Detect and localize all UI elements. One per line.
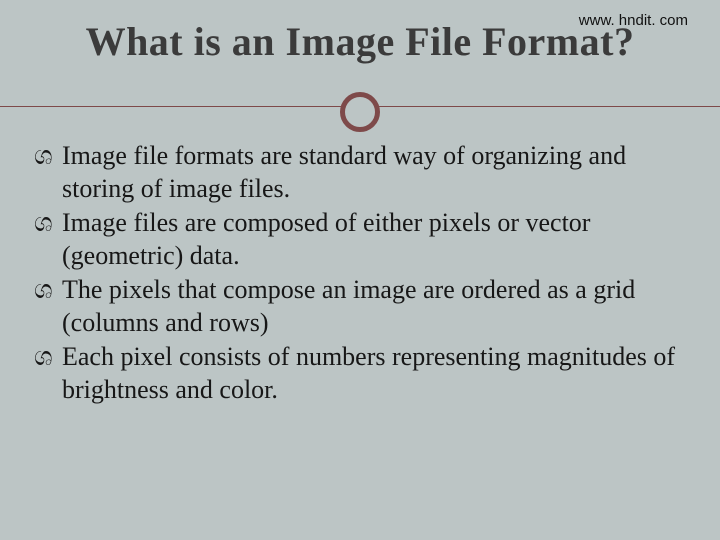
title-divider — [0, 88, 720, 128]
bullet-icon: ශ — [34, 341, 62, 406]
body-text: ශ Image file formats are standard way of… — [34, 140, 686, 408]
bullet-text: The pixels that compose an image are ord… — [62, 274, 686, 339]
divider-ring-icon — [340, 92, 380, 132]
bullet-icon: ශ — [34, 274, 62, 339]
list-item: ශ Each pixel consists of numbers represe… — [34, 341, 686, 406]
bullet-icon: ශ — [34, 207, 62, 272]
bullet-icon: ශ — [34, 140, 62, 205]
list-item: ශ The pixels that compose an image are o… — [34, 274, 686, 339]
slide: www. hndit. com What is an Image File Fo… — [0, 0, 720, 540]
list-item: ශ Image file formats are standard way of… — [34, 140, 686, 205]
bullet-text: Each pixel consists of numbers represent… — [62, 341, 686, 406]
slide-title: What is an Image File Format? — [0, 18, 720, 65]
bullet-text: Image file formats are standard way of o… — [62, 140, 686, 205]
bullet-text: Image files are composed of either pixel… — [62, 207, 686, 272]
list-item: ශ Image files are composed of either pix… — [34, 207, 686, 272]
